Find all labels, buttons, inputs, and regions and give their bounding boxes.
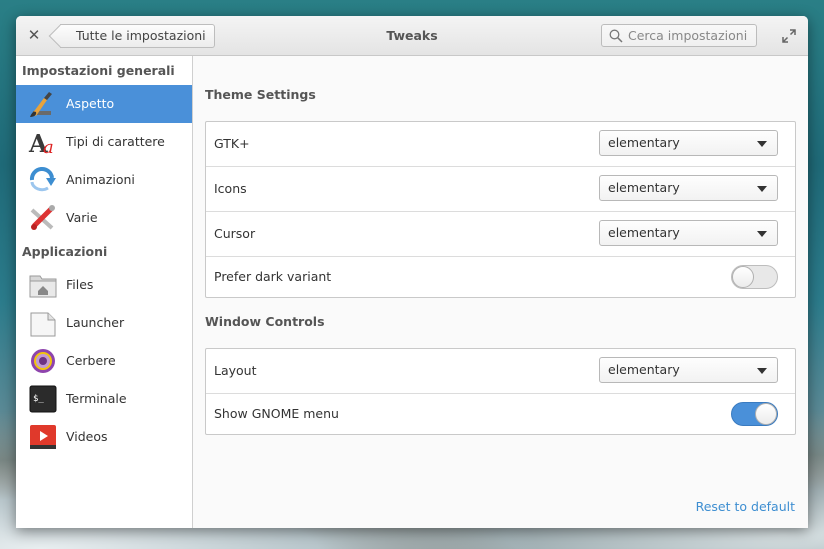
search-icon <box>609 29 623 43</box>
launcher-icon <box>30 312 56 337</box>
sidebar-item-terminale[interactable]: $_ Terminale <box>16 380 192 418</box>
dropdown-arrow-icon <box>757 141 767 147</box>
gtk-row: GTK+ elementary <box>206 122 795 167</box>
cursor-label: Cursor <box>214 226 256 241</box>
layout-row: Layout elementary <box>206 349 795 394</box>
dropdown-arrow-icon <box>757 231 767 237</box>
maximize-icon[interactable] <box>781 28 797 44</box>
sidebar-item-label: Files <box>66 277 94 292</box>
layout-label: Layout <box>214 363 257 378</box>
gnome-menu-row: Show GNOME menu <box>206 394 795 434</box>
sidebar-item-tipi-di-carattere[interactable]: A a Tipi di carattere <box>16 123 192 161</box>
sidebar-item-label: Animazioni <box>66 172 135 187</box>
content-area: Theme Settings GTK+ elementary Icons ele… <box>193 56 808 528</box>
sidebar-item-files[interactable]: Files <box>16 266 192 304</box>
font-icon: A a <box>28 129 54 156</box>
icons-theme-value: elementary <box>608 180 680 195</box>
sidebar-item-label: Terminale <box>66 391 127 406</box>
icons-row: Icons elementary <box>206 167 795 212</box>
sidebar-item-label: Launcher <box>66 315 125 330</box>
gtk-label: GTK+ <box>214 136 250 151</box>
dark-variant-switch[interactable] <box>731 265 778 289</box>
icons-label: Icons <box>214 181 247 196</box>
sidebar-item-varie[interactable]: Varie <box>16 199 192 237</box>
tweaks-window: ✕ Tutte le impostazioni Tweaks Impostazi… <box>16 16 808 528</box>
reset-to-default-link[interactable]: Reset to default <box>696 499 795 514</box>
sidebar-item-label: Aspetto <box>66 96 115 111</box>
cerbere-icon <box>31 349 55 373</box>
search-input[interactable] <box>628 25 752 46</box>
sidebar-item-animazioni[interactable]: Animazioni <box>16 161 192 199</box>
tools-icon <box>30 205 55 230</box>
switch-knob <box>755 403 777 425</box>
dropdown-arrow-icon <box>757 368 767 374</box>
sidebar-header-apps: Applicazioni <box>22 244 108 259</box>
dropdown-arrow-icon <box>757 186 767 192</box>
sidebar-item-cerbere[interactable]: Cerbere <box>16 342 192 380</box>
layout-dropdown[interactable]: elementary <box>599 357 778 383</box>
folder-home-icon <box>29 275 57 298</box>
sidebar: Impostazioni generali Aspetto A a Tipi d… <box>16 56 193 528</box>
window-controls-heading: Window Controls <box>205 314 325 329</box>
svg-text:a: a <box>43 137 54 156</box>
theme-settings-frame: GTK+ elementary Icons elementary Cursor … <box>205 121 796 298</box>
svg-text:$_: $_ <box>33 394 44 404</box>
dark-variant-label: Prefer dark variant <box>214 269 332 284</box>
cursor-theme-value: elementary <box>608 225 680 240</box>
sidebar-item-videos[interactable]: Videos <box>16 418 192 456</box>
dark-variant-row: Prefer dark variant <box>206 257 795 297</box>
cursor-theme-dropdown[interactable]: elementary <box>599 220 778 246</box>
sidebar-item-label: Tipi di carattere <box>66 134 165 149</box>
sidebar-item-label: Videos <box>66 429 108 444</box>
gtk-theme-value: elementary <box>608 135 680 150</box>
gnome-menu-label: Show GNOME menu <box>214 406 339 421</box>
switch-knob <box>732 266 754 288</box>
sidebar-item-launcher[interactable]: Launcher <box>16 304 192 342</box>
animation-arrow-icon <box>29 167 56 192</box>
sidebar-item-label: Varie <box>66 210 98 225</box>
layout-value: elementary <box>608 362 680 377</box>
titlebar: ✕ Tutte le impostazioni Tweaks <box>16 16 808 56</box>
theme-settings-heading: Theme Settings <box>205 87 316 102</box>
window-controls-frame: Layout elementary Show GNOME menu <box>205 348 796 435</box>
terminal-icon: $_ <box>29 385 57 413</box>
icons-theme-dropdown[interactable]: elementary <box>599 175 778 201</box>
sidebar-item-aspetto[interactable]: Aspetto <box>16 85 192 123</box>
search-field[interactable] <box>601 24 757 47</box>
gtk-theme-dropdown[interactable]: elementary <box>599 130 778 156</box>
cursor-row: Cursor elementary <box>206 212 795 257</box>
sidebar-item-label: Cerbere <box>66 353 116 368</box>
video-player-icon <box>30 425 56 449</box>
gnome-menu-switch[interactable] <box>731 402 778 426</box>
paintbrush-icon <box>30 92 52 117</box>
sidebar-header-general: Impostazioni generali <box>22 63 175 78</box>
